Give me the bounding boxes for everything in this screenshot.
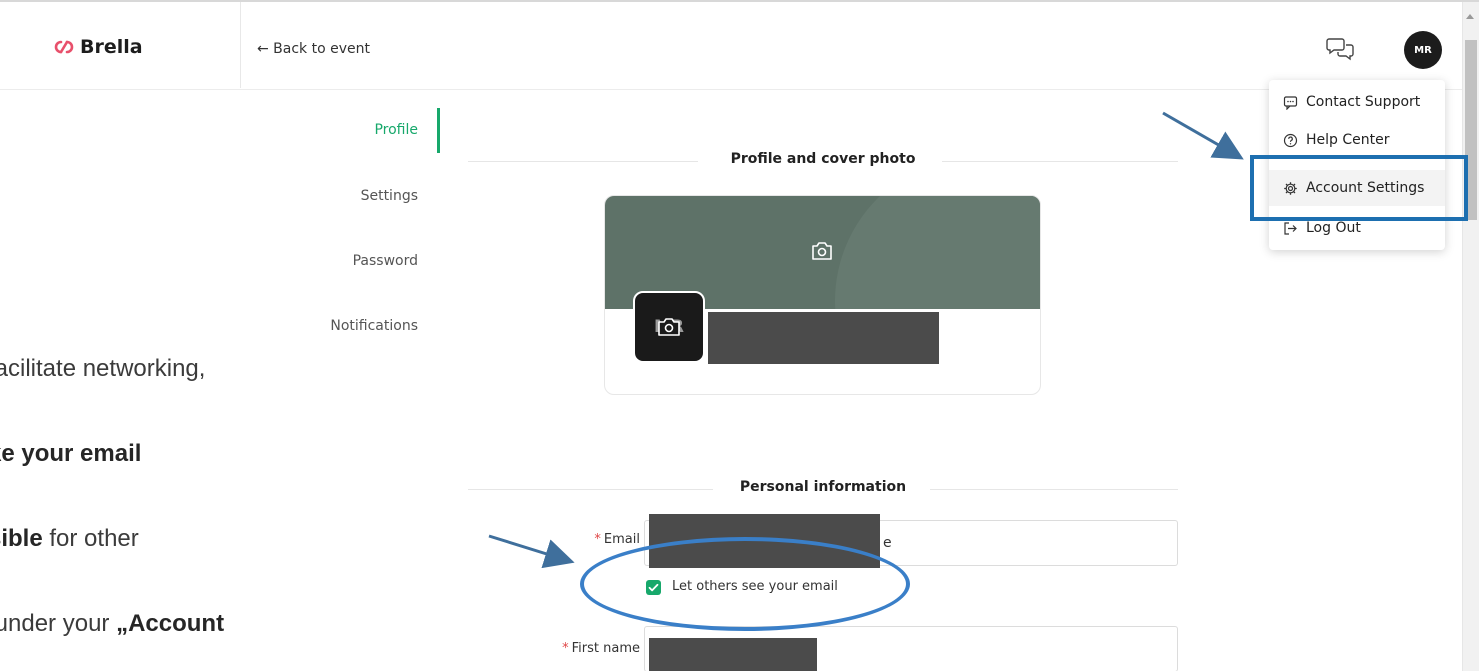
chat-bubbles-icon[interactable] xyxy=(1326,36,1356,62)
back-to-event-link[interactable]: ← Back to event xyxy=(257,41,370,57)
active-tab-indicator xyxy=(437,108,440,153)
tab-password[interactable]: Password xyxy=(260,253,418,269)
annotation-ellipse xyxy=(580,537,910,631)
question-circle-icon xyxy=(1283,133,1298,147)
menu-item-label: Log Out xyxy=(1306,220,1361,236)
logo-text: Brella xyxy=(80,36,143,58)
brella-logo-icon xyxy=(54,40,74,54)
arrow-to-menu xyxy=(1162,111,1244,160)
tab-profile[interactable]: Profile xyxy=(260,122,418,138)
overlay-text-line-4: under your „Account xyxy=(0,610,224,638)
section-title: Personal information xyxy=(739,479,907,495)
annotation-highlight-box xyxy=(1250,155,1468,221)
profile-photo-upload[interactable]: MR xyxy=(633,291,705,363)
overlay-text-line-1: facilitate networking, xyxy=(0,355,205,383)
avatar-initials: MR xyxy=(1414,44,1432,56)
overlay-text-bold: „Account xyxy=(116,610,225,637)
overlay-text-span: facilitate networking, xyxy=(0,355,206,382)
scroll-up-arrow-icon[interactable] xyxy=(1466,14,1474,19)
camera-icon[interactable] xyxy=(811,241,833,261)
profile-photo-section-header: Profile and cover photo xyxy=(468,151,1178,171)
top-header: Brella xyxy=(0,2,1462,90)
menu-item-contact-support[interactable]: Contact Support xyxy=(1269,84,1445,120)
overlay-text-span: under your xyxy=(0,610,117,637)
overlay-text-bold: ke your email xyxy=(0,440,142,467)
redacted-name xyxy=(708,312,939,364)
header-divider xyxy=(240,2,241,88)
user-avatar[interactable]: MR xyxy=(1404,31,1442,69)
label-text: Email xyxy=(603,532,640,547)
redacted-first-name xyxy=(649,638,817,671)
tab-settings[interactable]: Settings xyxy=(260,188,418,204)
personal-info-section-header: Personal information xyxy=(468,479,1178,499)
menu-item-label: Contact Support xyxy=(1306,94,1421,110)
label-text: First name xyxy=(571,641,640,656)
camera-icon[interactable] xyxy=(657,317,681,337)
required-asterisk: * xyxy=(562,641,569,656)
brella-logo[interactable]: Brella xyxy=(54,36,143,58)
menu-item-label: Help Center xyxy=(1306,132,1390,148)
menu-item-help-center[interactable]: Help Center xyxy=(1269,122,1445,158)
section-title: Profile and cover photo xyxy=(730,151,916,167)
overlay-text-line-2: ke your email xyxy=(0,440,141,468)
required-asterisk: * xyxy=(594,532,601,547)
cover-decoration xyxy=(835,196,1040,309)
email-label: * Email xyxy=(0,532,640,547)
logout-icon xyxy=(1284,221,1297,235)
first-name-label: * First name xyxy=(0,641,640,656)
message-icon xyxy=(1283,95,1298,110)
tab-notifications[interactable]: Notifications xyxy=(260,318,418,334)
